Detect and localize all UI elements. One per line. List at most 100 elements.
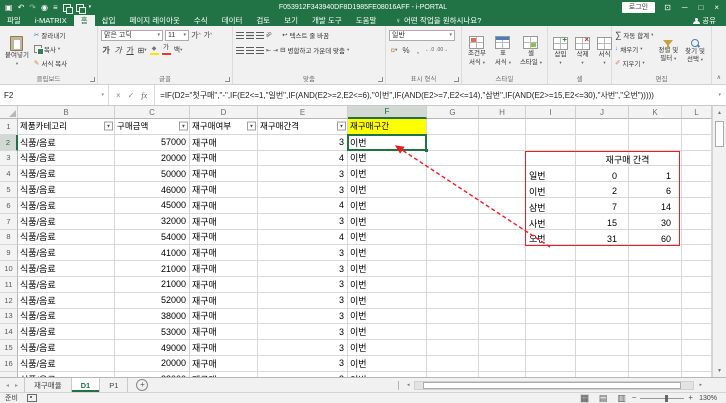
cell-L11[interactable]	[682, 277, 712, 293]
horizontal-scrollbar[interactable]: ◂ ▸	[398, 378, 726, 392]
orientation-icon[interactable]: ab	[265, 31, 274, 39]
cell-D12[interactable]: 재구매	[190, 293, 258, 309]
scroll-right-icon[interactable]: ▸	[697, 382, 704, 388]
horizontal-scroll-thumb[interactable]	[423, 382, 681, 389]
clear-button[interactable]: ✐지우기▾	[615, 56, 653, 69]
cell-G8[interactable]	[427, 230, 479, 246]
qat-customize-icon[interactable]: ▾	[89, 5, 92, 10]
cell-E11[interactable]: 3	[258, 277, 348, 293]
row-header-11[interactable]: 11	[0, 277, 18, 293]
cell-F8[interactable]: 이번	[348, 230, 427, 246]
copy-button[interactable]: 복사▾	[34, 42, 67, 55]
list-icon[interactable]: ≡	[53, 4, 58, 12]
cell-K15[interactable]	[629, 340, 682, 356]
cell-F5[interactable]: 이번	[348, 182, 427, 198]
filter-button[interactable]: ▼	[247, 122, 256, 131]
cell-D13[interactable]: 재구매	[190, 309, 258, 325]
cancel-icon[interactable]: ×	[116, 91, 121, 100]
cell-C10[interactable]: 21000	[115, 261, 190, 277]
cell-D16[interactable]: 재구매	[190, 356, 258, 372]
cell-E7[interactable]: 3	[258, 214, 348, 230]
select-all-corner[interactable]	[0, 106, 18, 119]
cell-C1[interactable]: 구매금액▼	[115, 119, 190, 135]
cell-J1[interactable]	[576, 119, 629, 135]
cell-C8[interactable]: 54000	[115, 230, 190, 246]
new-sheet-button[interactable]: +	[136, 379, 148, 391]
ribbon-tab-보기[interactable]: 보기	[277, 15, 305, 26]
decrease-indent-icon[interactable]: ⇤	[266, 47, 271, 54]
format-painter-button[interactable]: ✎서식 복사	[34, 56, 67, 69]
dialog-launcher-icon[interactable]	[454, 77, 459, 82]
cell-B6[interactable]: 식품/음료	[18, 198, 115, 214]
cut-button[interactable]: ✂잘라내기	[34, 28, 67, 41]
cell-F14[interactable]: 이번	[348, 324, 427, 340]
cell-H1[interactable]	[479, 119, 526, 135]
align-right-icon[interactable]	[256, 47, 264, 54]
cell-F6[interactable]: 이번	[348, 198, 427, 214]
ribbon-tab-검토[interactable]: 검토	[249, 15, 277, 26]
cell-I16[interactable]	[526, 356, 576, 372]
cell-H3[interactable]	[479, 151, 526, 167]
sort-filter-button[interactable]: 정렬 및필터 ▾	[656, 28, 680, 74]
dialog-launcher-icon[interactable]	[225, 77, 230, 82]
delete-cells-button[interactable]: 삭제▾	[573, 28, 592, 74]
row-header-1[interactable]: 1	[0, 119, 18, 135]
comma-style-icon[interactable]: ,	[413, 44, 423, 56]
cell-E10[interactable]: 3	[258, 261, 348, 277]
cell-D6[interactable]: 재구매	[190, 198, 258, 214]
cell-K13[interactable]	[629, 309, 682, 325]
column-header-B[interactable]: B	[18, 106, 115, 119]
cell-B8[interactable]: 식품/음료	[18, 230, 115, 246]
cell-L7[interactable]	[682, 214, 712, 230]
align-top-icon[interactable]	[236, 32, 244, 39]
vertical-scrollbar[interactable]: ▲ ▼	[712, 106, 726, 377]
cell-F13[interactable]: 이번	[348, 309, 427, 325]
redo-icon[interactable]: ↷	[29, 4, 36, 12]
cell-E12[interactable]: 3	[258, 293, 348, 309]
cell-D9[interactable]: 재구매	[190, 245, 258, 261]
login-button[interactable]: 로그인	[622, 2, 655, 13]
view-normal-icon[interactable]: ▦	[580, 394, 589, 403]
cell-F1[interactable]: 재구매구간	[348, 119, 427, 135]
cell-E5[interactable]: 3	[258, 182, 348, 198]
cell-B13[interactable]: 식품/음료	[18, 309, 115, 325]
cell-F16[interactable]: 이번	[348, 356, 427, 372]
align-left-icon[interactable]	[236, 47, 244, 54]
cell-K1[interactable]	[629, 119, 682, 135]
cell-B5[interactable]: 식품/음료	[18, 182, 115, 198]
cell-F3[interactable]: 이번	[348, 151, 427, 167]
cell-F15[interactable]: 이번	[348, 340, 427, 356]
scroll-up-icon[interactable]: ▲	[713, 106, 726, 119]
cell-G3[interactable]	[427, 151, 479, 167]
cell-L1[interactable]	[682, 119, 712, 135]
font-color-button[interactable]: 가	[161, 44, 171, 56]
cell-I15[interactable]	[526, 340, 576, 356]
maximize-icon[interactable]: □	[698, 4, 703, 12]
column-header-G[interactable]: G	[427, 106, 479, 119]
row-header-10[interactable]: 10	[0, 261, 18, 277]
cell-C13[interactable]: 38000	[115, 309, 190, 325]
increase-decimal-icon[interactable]: ←.0	[425, 47, 434, 53]
cell-C14[interactable]: 53000	[115, 324, 190, 340]
cell-G13[interactable]	[427, 309, 479, 325]
cell-B11[interactable]: 식품/음료	[18, 277, 115, 293]
cell-D2[interactable]: 재구매	[190, 135, 258, 151]
cell-L8[interactable]	[682, 230, 712, 246]
column-header-E[interactable]: E	[258, 106, 348, 119]
cell-G14[interactable]	[427, 324, 479, 340]
macro-record-icon[interactable]	[27, 394, 37, 402]
name-box[interactable]: F2▾	[0, 85, 109, 105]
cell-C11[interactable]: 21000	[115, 277, 190, 293]
column-header-J[interactable]: J	[576, 106, 629, 119]
column-header-L[interactable]: L	[682, 106, 712, 119]
ribbon-tab-도움말[interactable]: 도움말	[349, 15, 384, 26]
cell-L15[interactable]	[682, 340, 712, 356]
zoom-in-icon[interactable]: +	[688, 394, 693, 402]
cell-L13[interactable]	[682, 309, 712, 325]
ribbon-tab-삽입[interactable]: 삽입	[95, 15, 123, 26]
zoom-thumb[interactable]	[665, 395, 668, 402]
cell-K9[interactable]	[629, 245, 682, 261]
conditional-formatting-button[interactable]: 조건부서식 ▾	[466, 28, 488, 74]
cell-styles-button[interactable]: 셀스타일 ▾	[518, 28, 544, 74]
fill-button[interactable]: ↓채우기▾	[615, 42, 653, 55]
